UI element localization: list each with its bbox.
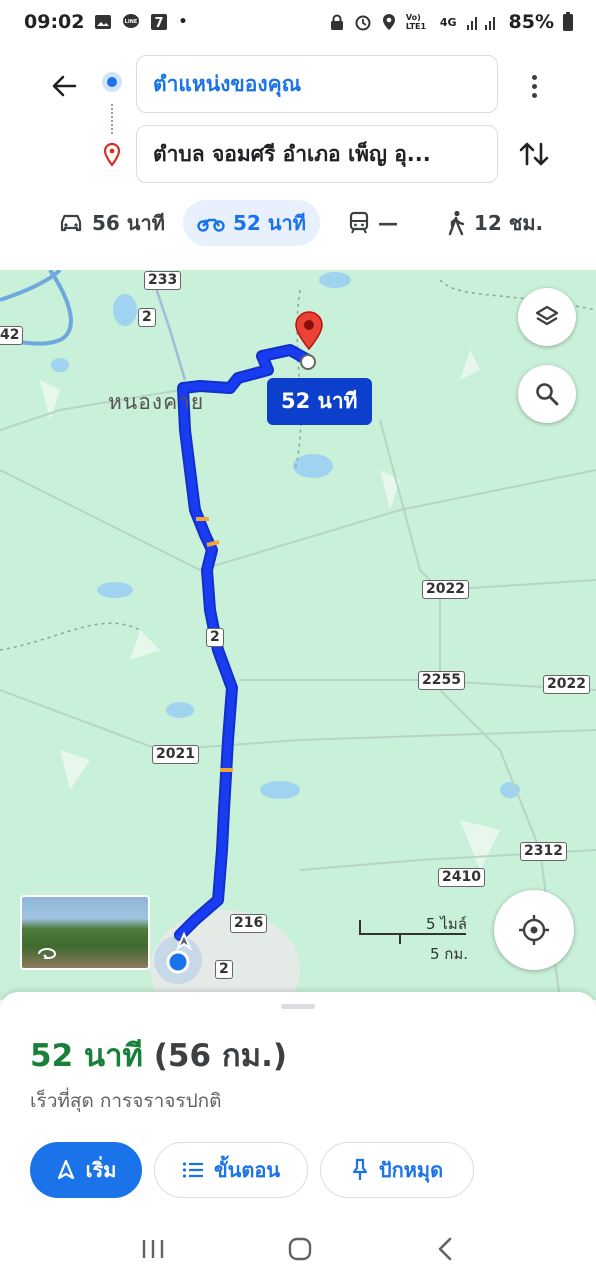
back-nav-icon[interactable] <box>434 1236 456 1262</box>
status-time: 09:02 <box>24 11 85 33</box>
town-label: หนองคาย <box>108 390 205 414</box>
home-icon[interactable] <box>287 1236 313 1262</box>
road-shield-2-mid: 2 <box>206 628 224 647</box>
layers-icon <box>535 305 559 326</box>
arrow-back-icon <box>52 75 77 97</box>
origin-input[interactable]: ตำแหน่งของคุณ <box>136 55 498 113</box>
signal-icon <box>466 17 495 30</box>
street-view-thumbnail[interactable] <box>20 895 150 970</box>
road-shield-2410: 2410 <box>438 868 485 887</box>
route-distance: (56 กม.) <box>153 1038 288 1074</box>
pin-button[interactable]: ปักหมุด <box>320 1142 474 1198</box>
tab-drive[interactable]: 56 นาที <box>44 200 179 246</box>
tab-motorcycle[interactable]: 52 นาที <box>183 200 320 246</box>
route-time-chip[interactable]: 52 นาที <box>267 378 372 425</box>
street-view-rotate-icon <box>38 947 57 959</box>
scale-km: 5 กม. <box>430 945 469 963</box>
tab-transit[interactable]: — <box>334 200 412 246</box>
layers-button[interactable] <box>518 288 576 346</box>
crosshair-icon <box>519 915 549 945</box>
steps-button-label: ขั้นตอน <box>213 1158 280 1182</box>
lock-icon <box>330 14 343 30</box>
mode-drive-label: 56 นาที <box>92 211 165 235</box>
route-note: เร็วที่สุด การจราจรปกติ <box>30 1090 222 1112</box>
network-label: 4G <box>439 15 457 29</box>
road-shield-2022-east: 2022 <box>543 675 590 694</box>
road-shield-2022: 2022 <box>422 580 469 599</box>
mode-walk-label: 12 ชม. <box>474 211 544 235</box>
search-map-button[interactable] <box>518 365 576 423</box>
battery-icon <box>563 12 573 31</box>
status-bar: 09:02 LINE 7 • Vo) LTE1 4G 85% <box>0 0 596 44</box>
system-nav-bar <box>0 1218 596 1280</box>
road-shield-2-north: 2 <box>138 308 156 327</box>
road-shield-2-south: 2 <box>215 960 233 979</box>
more-options-button[interactable] <box>522 68 546 104</box>
pin-icon <box>352 1158 368 1180</box>
drag-handle[interactable] <box>281 1004 315 1009</box>
map-scale: 5 ไมล์ 5 กม. <box>358 910 498 970</box>
destination-pin-icon <box>103 142 121 167</box>
svg-text:7: 7 <box>155 16 164 31</box>
back-button[interactable] <box>44 66 84 106</box>
notification-dot-icon: • <box>178 14 188 30</box>
road-shield-2255: 2255 <box>418 671 465 690</box>
start-button-label: เริ่ม <box>85 1158 117 1182</box>
destination-input[interactable]: ตำบล จอมศรี อำเภอ เพ็ญ อุ... <box>136 125 498 183</box>
car-icon <box>60 214 82 232</box>
walk-icon <box>448 210 465 236</box>
steps-button[interactable]: ขั้นตอน <box>154 1142 308 1198</box>
recent-apps-icon[interactable] <box>140 1237 166 1261</box>
road-shield-42: 42 <box>0 326 24 345</box>
transit-icon <box>349 211 369 234</box>
mode-transit-label: — <box>378 211 398 235</box>
travel-mode-tabs: 56 นาที 52 นาที — 12 ชม. <box>0 196 596 252</box>
gallery-icon <box>95 15 112 29</box>
route-connector <box>111 104 113 134</box>
road-shield-216: 216 <box>230 914 268 933</box>
route-summary: 52 นาที (56 กม.) <box>30 1030 287 1080</box>
route-duration: 52 นาที <box>30 1038 143 1074</box>
swap-icon[interactable] <box>516 136 552 172</box>
alarm-icon <box>355 15 371 31</box>
list-icon <box>182 1162 203 1178</box>
volte-label: Vo) LTE1 <box>405 13 427 31</box>
map-view[interactable]: 233 2 42 2 2022 2255 2022 2021 2312 2410… <box>0 270 596 1000</box>
motorcycle-icon <box>197 218 225 232</box>
tab-walk[interactable]: 12 ชม. <box>432 200 557 246</box>
start-button[interactable]: เริ่ม <box>30 1142 142 1198</box>
my-location-button[interactable] <box>494 890 574 970</box>
road-shield-233: 233 <box>144 271 182 290</box>
directions-header: ตำแหน่งของคุณ ตำบล จอมศรี อำเภอ เพ็ญ อุ.… <box>0 44 596 270</box>
road-shield-2021: 2021 <box>152 745 199 764</box>
seven-eleven-icon: 7 <box>151 14 168 31</box>
location-icon <box>382 14 395 30</box>
origin-dot-icon <box>102 72 122 92</box>
navigation-arrow-icon <box>57 1159 74 1180</box>
mode-motorcycle-label: 52 นาที <box>233 211 306 235</box>
pin-button-label: ปักหมุด <box>378 1158 444 1182</box>
line-app-icon: LINE <box>123 14 140 28</box>
battery-percent: 85% <box>508 11 554 33</box>
search-icon <box>536 383 559 406</box>
road-shield-2312: 2312 <box>520 842 567 861</box>
svg-text:LINE: LINE <box>125 19 138 25</box>
